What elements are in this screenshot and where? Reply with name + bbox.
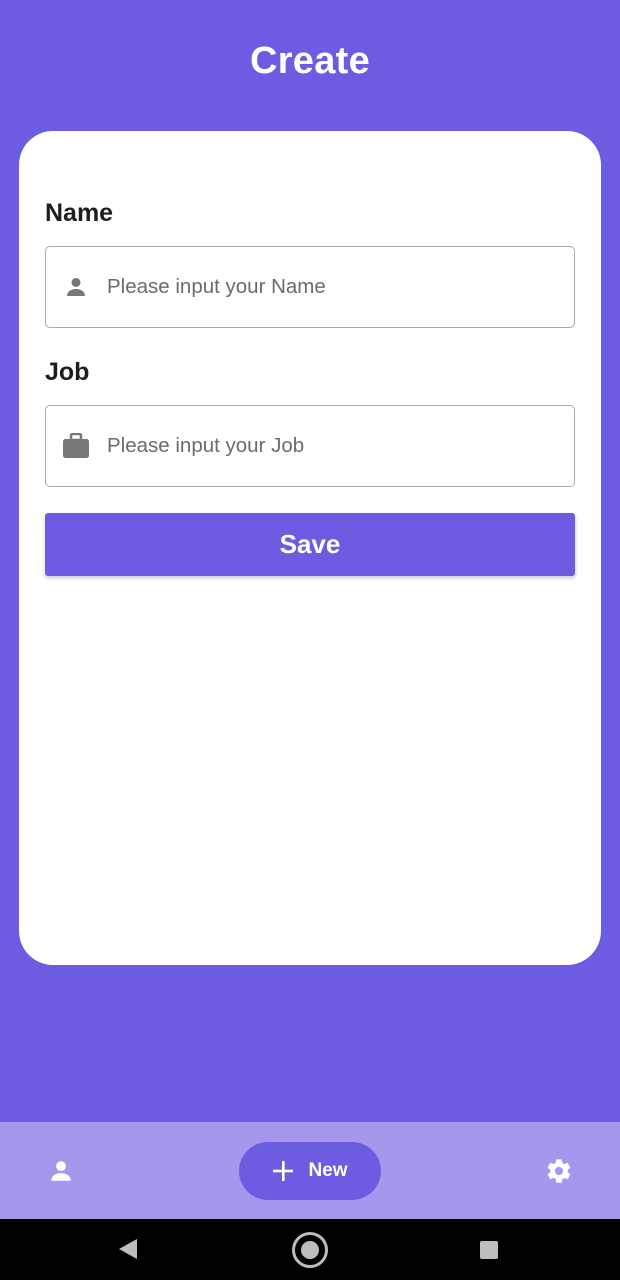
system-navigation-bar [0, 1219, 620, 1280]
plus-icon [272, 1160, 294, 1182]
new-button-label: New [308, 1160, 348, 1181]
form-card: Name Please input your Name Job Please i… [19, 131, 601, 965]
profile-nav-icon[interactable] [46, 1156, 76, 1186]
home-circle-icon[interactable] [291, 1231, 329, 1274]
gear-icon[interactable] [544, 1156, 574, 1186]
back-triangle-icon[interactable] [117, 1237, 139, 1266]
save-button[interactable]: Save [45, 513, 575, 576]
job-placeholder: Please input your Job [107, 434, 305, 457]
name-input[interactable]: Please input your Name [45, 246, 575, 328]
job-input[interactable]: Please input your Job [45, 405, 575, 487]
bottom-navigation: New [0, 1122, 620, 1219]
new-button[interactable]: New [239, 1142, 381, 1200]
briefcase-icon [62, 432, 90, 460]
name-placeholder: Please input your Name [107, 275, 326, 298]
person-icon [62, 273, 90, 301]
app-screen: Create Name Please input your Name Job P… [0, 0, 620, 1280]
page-title: Create [249, 40, 371, 82]
recent-square-icon[interactable] [479, 1240, 499, 1265]
job-label: Job [45, 358, 90, 386]
name-label: Name [45, 199, 114, 227]
